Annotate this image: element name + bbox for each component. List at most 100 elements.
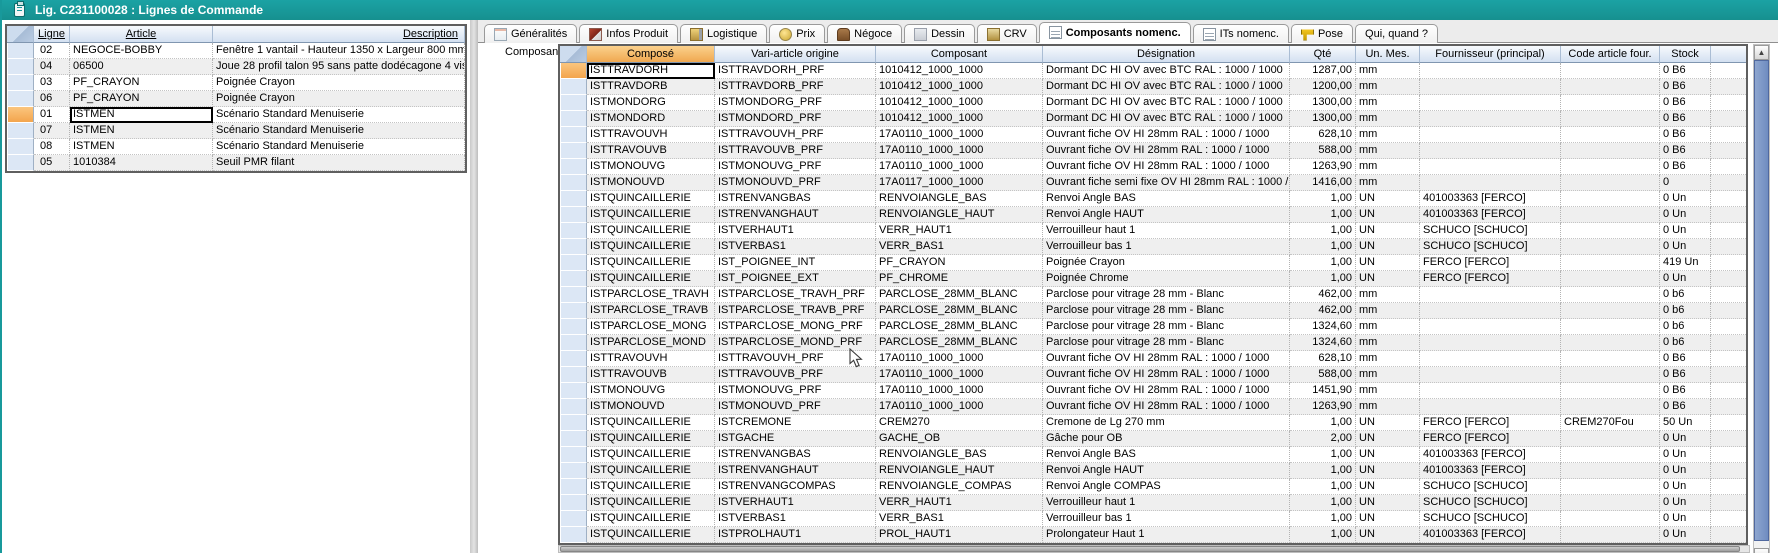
row-selector[interactable] <box>7 91 34 107</box>
cell-qte[interactable]: 1263,90 <box>1290 399 1356 415</box>
cell-unmes[interactable]: mm <box>1356 367 1420 383</box>
row-selector[interactable] <box>560 127 587 143</box>
cell-composant[interactable]: 1010412_1000_1000 <box>876 63 1043 79</box>
cell-designation[interactable]: Verrouilleur bas 1 <box>1043 511 1290 527</box>
cell-designation[interactable]: Renvoi Angle BAS <box>1043 191 1290 207</box>
cell-code-article[interactable] <box>1561 367 1660 383</box>
cell-qte[interactable]: 1,00 <box>1290 223 1356 239</box>
column-header-composant[interactable]: Composant <box>876 46 1043 63</box>
cell-description[interactable]: Scénario Standard Menuiserie <box>213 123 465 139</box>
cell-designation[interactable]: Parclose pour vitrage 28 mm - Blanc <box>1043 319 1290 335</box>
component-row[interactable]: ISTMONOUVGISTMONOUVG_PRF17A0110_1000_100… <box>560 159 1746 175</box>
cell-ligne[interactable]: 02 <box>34 43 70 59</box>
cell-fournisseur[interactable] <box>1420 79 1561 95</box>
cell-fournisseur[interactable]: FERCO [FERCO] <box>1420 255 1561 271</box>
cell-code-article[interactable] <box>1561 431 1660 447</box>
cell-designation[interactable]: Cremone de Lg 270 mm <box>1043 415 1290 431</box>
component-row[interactable]: ISTTRAVDORHISTTRAVDORH_PRF1010412_1000_1… <box>560 63 1746 79</box>
cell-article[interactable]: 1010384 <box>70 155 213 171</box>
row-selector[interactable] <box>560 303 587 319</box>
cell-description[interactable]: Scénario Standard Menuiserie <box>213 139 465 155</box>
horizontal-scrollbar-thumb[interactable] <box>560 546 1740 552</box>
cell-fournisseur[interactable] <box>1420 399 1561 415</box>
cell-description[interactable]: Fenêtre 1 vantail - Hauteur 1350 x Large… <box>213 43 465 59</box>
row-selector[interactable] <box>560 447 587 463</box>
cell-fournisseur[interactable]: 401003363 [FERCO] <box>1420 463 1561 479</box>
component-row[interactable]: ISTMONDORDISTMONDORD_PRF1010412_1000_100… <box>560 111 1746 127</box>
cell-unmes[interactable]: UN <box>1356 271 1420 287</box>
cell-composant[interactable]: RENVOIANGLE_COMPAS <box>876 479 1043 495</box>
row-selector[interactable] <box>560 399 587 415</box>
cell-stock[interactable]: 0 b6 <box>1660 303 1711 319</box>
cell-fournisseur[interactable] <box>1420 335 1561 351</box>
row-selector[interactable] <box>560 159 587 175</box>
cell-designation[interactable]: Poignée Chrome <box>1043 271 1290 287</box>
cell-fournisseur[interactable]: 401003363 [FERCO] <box>1420 207 1561 223</box>
scroll-down-arrow-icon[interactable]: ▼ <box>1754 548 1769 553</box>
cell-stock[interactable]: 0 Un <box>1660 271 1711 287</box>
row-selector[interactable] <box>7 107 34 123</box>
cell-compose[interactable]: ISTTRAVDORH <box>587 63 715 79</box>
select-all-corner[interactable] <box>7 26 34 43</box>
cell-fournisseur[interactable] <box>1420 303 1561 319</box>
cell-fournisseur[interactable] <box>1420 351 1561 367</box>
cell-qte[interactable]: 1,00 <box>1290 255 1356 271</box>
component-row[interactable]: ISTMONDORGISTMONDORG_PRF1010412_1000_100… <box>560 95 1746 111</box>
cell-compose[interactable]: ISTMONDORD <box>587 111 715 127</box>
row-selector[interactable] <box>560 271 587 287</box>
column-header-qte[interactable]: Qté <box>1290 46 1356 63</box>
row-selector[interactable] <box>560 431 587 447</box>
component-row[interactable]: ISTTRAVOUVHISTTRAVOUVH_PRF17A0110_1000_1… <box>560 351 1746 367</box>
row-selector[interactable] <box>560 415 587 431</box>
cell-code-article[interactable] <box>1561 495 1660 511</box>
column-header-code-article[interactable]: Code article four. <box>1561 46 1660 63</box>
cell-stock[interactable]: 0 B6 <box>1660 351 1711 367</box>
cell-designation[interactable]: Ouvrant fiche OV HI 28mm RAL : 1000 / 10… <box>1043 143 1290 159</box>
cell-composant[interactable]: PARCLOSE_28MM_BLANC <box>876 287 1043 303</box>
cell-article[interactable]: ISTMEN <box>70 139 213 155</box>
cell-fournisseur[interactable] <box>1420 175 1561 191</box>
cell-unmes[interactable]: mm <box>1356 63 1420 79</box>
cell-vari-article[interactable]: ISTRENVANGBAS <box>715 191 876 207</box>
cell-qte[interactable]: 1,00 <box>1290 447 1356 463</box>
cell-qte[interactable]: 1324,60 <box>1290 335 1356 351</box>
cell-qte[interactable]: 1,00 <box>1290 511 1356 527</box>
cell-article[interactable]: ISTMEN <box>70 123 213 139</box>
row-selector[interactable] <box>560 479 587 495</box>
component-row[interactable]: ISTQUINCAILLERIEISTRENVANGBASRENVOIANGLE… <box>560 191 1746 207</box>
cell-code-article[interactable] <box>1561 239 1660 255</box>
cell-unmes[interactable]: mm <box>1356 351 1420 367</box>
row-selector[interactable] <box>560 319 587 335</box>
cell-fournisseur[interactable] <box>1420 159 1561 175</box>
row-selector[interactable] <box>560 239 587 255</box>
cell-unmes[interactable]: mm <box>1356 79 1420 95</box>
cell-stock[interactable]: 0 Un <box>1660 239 1711 255</box>
cell-compose[interactable]: ISTQUINCAILLERIE <box>587 271 715 287</box>
row-selector[interactable] <box>560 95 587 111</box>
cell-code-article[interactable] <box>1561 319 1660 335</box>
cell-vari-article[interactable]: ISTPARCLOSE_MONG_PRF <box>715 319 876 335</box>
cell-designation[interactable]: Ouvrant fiche semi fixe OV HI 28mm RAL :… <box>1043 175 1290 191</box>
cell-unmes[interactable]: mm <box>1356 399 1420 415</box>
tab-its-nomenc[interactable]: ITs nomenc. <box>1193 24 1289 43</box>
tab-dessin[interactable]: Dessin <box>904 24 975 43</box>
cell-qte[interactable]: 1,00 <box>1290 495 1356 511</box>
cell-designation[interactable]: Dormant DC HI OV avec BTC RAL : 1000 / 1… <box>1043 111 1290 127</box>
cell-fournisseur[interactable]: SCHUCO [SCHUCO] <box>1420 223 1561 239</box>
cell-ligne[interactable]: 04 <box>34 59 70 75</box>
cell-compose[interactable]: ISTQUINCAILLERIE <box>587 239 715 255</box>
tab-prix[interactable]: Prix <box>769 24 825 43</box>
cell-article[interactable]: NEGOCE-BOBBY <box>70 43 213 59</box>
column-header-article[interactable]: Article <box>70 26 213 43</box>
row-selector[interactable] <box>560 255 587 271</box>
cell-code-article[interactable] <box>1561 159 1660 175</box>
cell-designation[interactable]: Ouvrant fiche OV HI 28mm RAL : 1000 / 10… <box>1043 367 1290 383</box>
cell-vari-article[interactable]: ISTPARCLOSE_TRAVB_PRF <box>715 303 876 319</box>
cell-fournisseur[interactable]: 401003363 [FERCO] <box>1420 527 1561 543</box>
cell-fournisseur[interactable] <box>1420 319 1561 335</box>
title-bar[interactable]: Lig. C231100028 : Lignes de Commande <box>2 0 1778 20</box>
component-row[interactable]: ISTQUINCAILLERIEISTRENVANGCOMPASRENVOIAN… <box>560 479 1746 495</box>
cell-unmes[interactable]: mm <box>1356 175 1420 191</box>
cell-designation[interactable]: Ouvrant fiche OV HI 28mm RAL : 1000 / 10… <box>1043 127 1290 143</box>
cell-fournisseur[interactable]: SCHUCO [SCHUCO] <box>1420 239 1561 255</box>
